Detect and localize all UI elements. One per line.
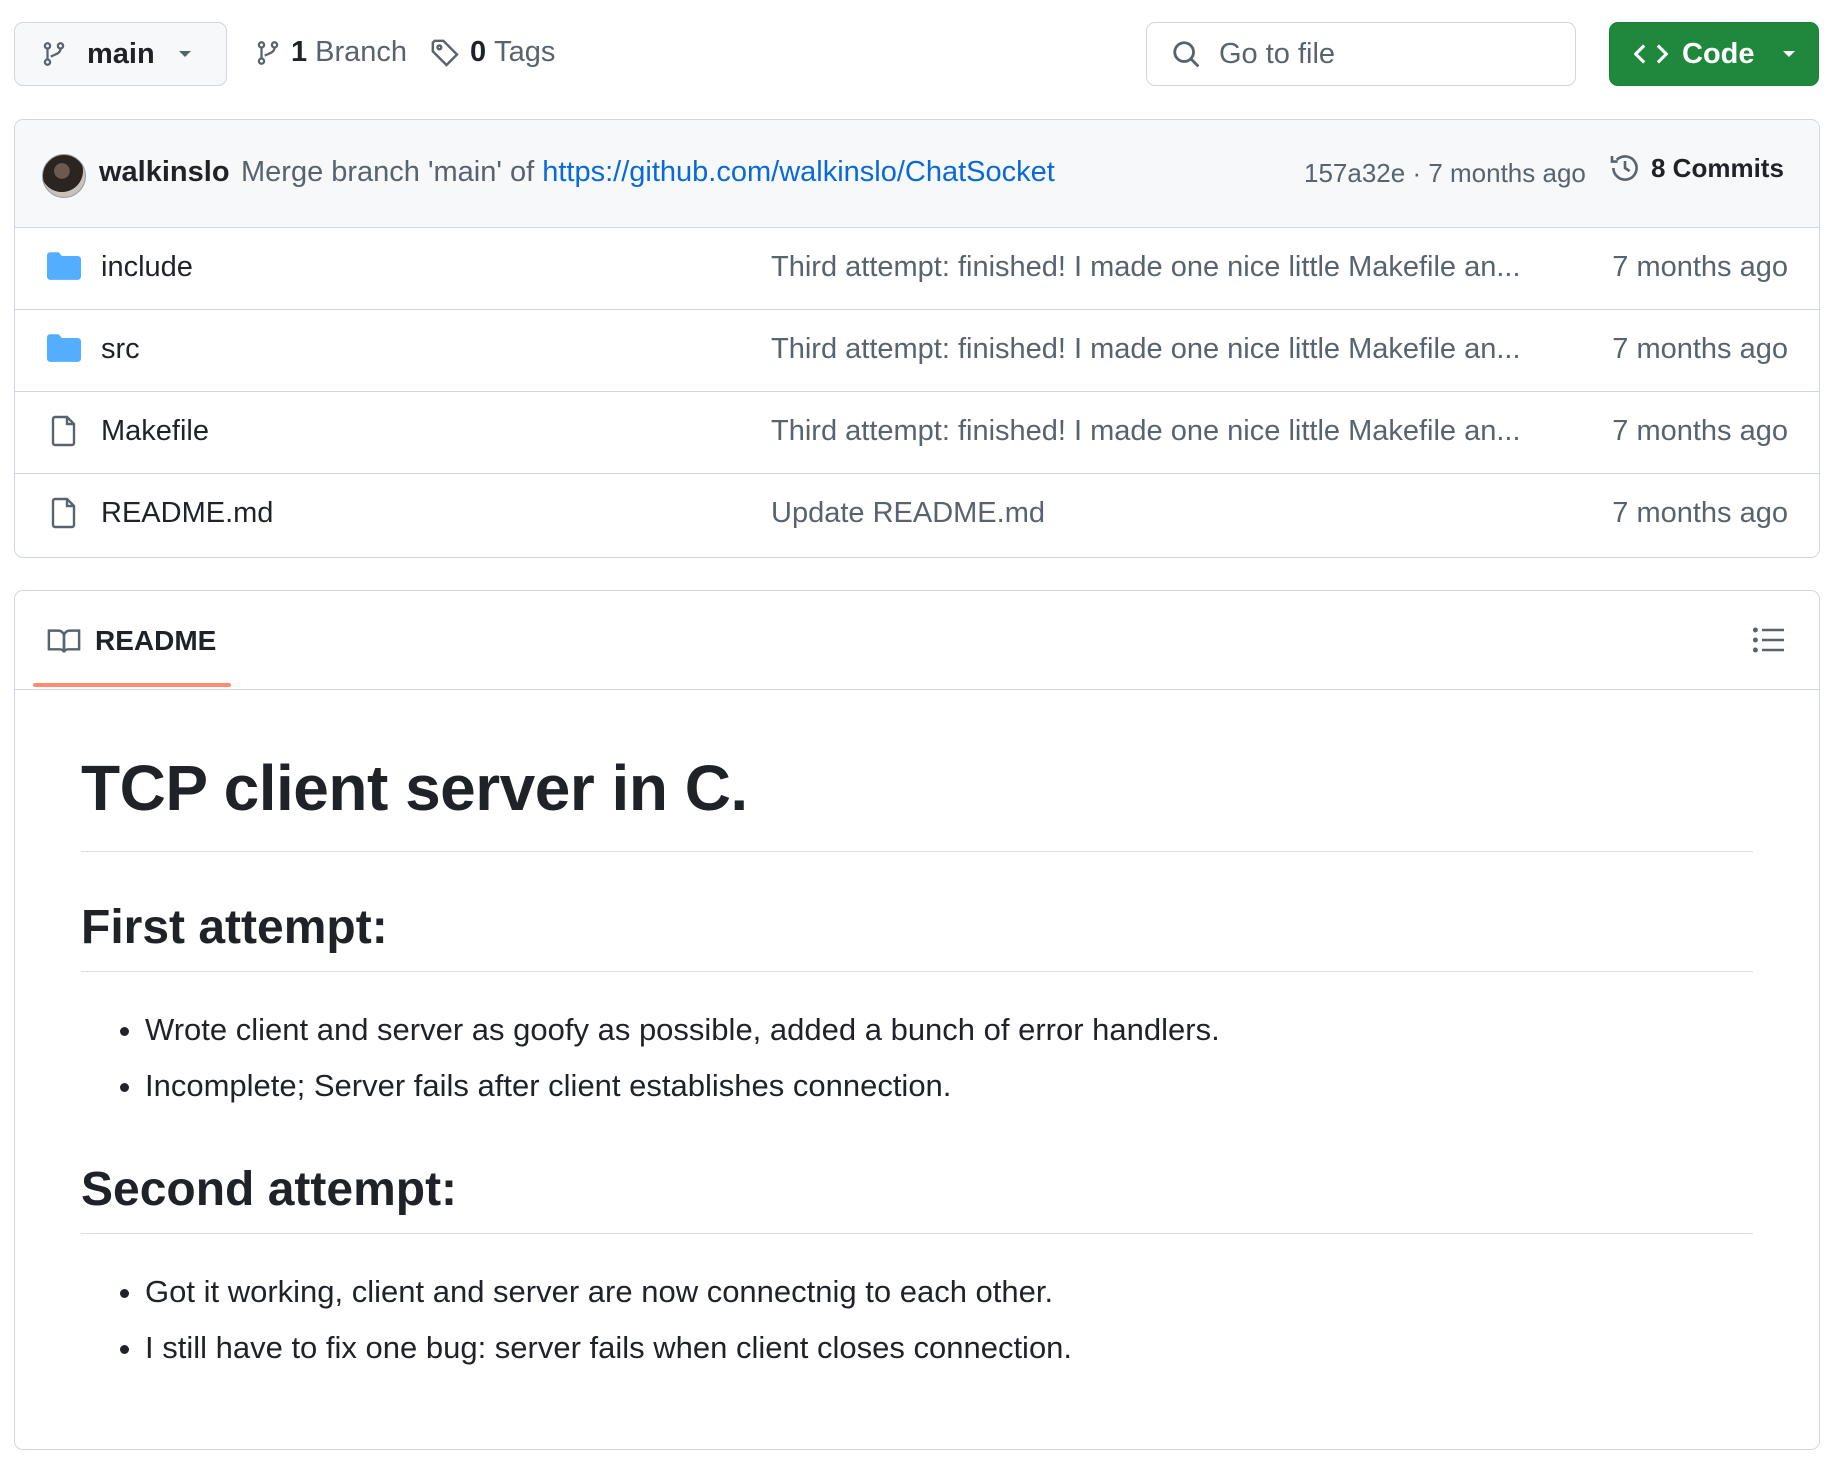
commit-message-link[interactable]: https://github.com/walkinslo/ChatSocket [542,156,1055,188]
file-row[interactable]: README.md Update README.md 7 months ago [15,473,1819,555]
branch-name: main [87,37,155,70]
tags-link[interactable]: 0 Tags [430,36,555,69]
tag-count: 0 [470,36,487,68]
file-age: 7 months ago [1612,415,1788,447]
history-icon [1609,152,1641,184]
commits-link[interactable]: 8 Commits [1609,152,1784,184]
tag-label: Tags [494,36,556,68]
readme-tab-label: README [95,625,217,656]
folder-icon [47,251,81,281]
section-heading: Second attempt: [81,1162,1753,1234]
search-icon [1171,39,1201,69]
list-item: Got it working, client and server are no… [145,1264,1753,1320]
list-item: I still have to fix one bug: server fail… [145,1320,1753,1376]
code-button-label: Code [1682,37,1755,70]
file-row[interactable]: src Third attempt: finished! I made one … [15,309,1819,392]
readme-title: TCP client server in C. [81,751,1753,852]
file-browser: walkinslo Merge branch 'main' of https:/… [14,119,1820,558]
file-icon [47,415,81,447]
bullet-list: Got it working, client and server are no… [81,1264,1753,1376]
section-heading: First attempt: [81,900,1753,972]
file-commit-message[interactable]: Third attempt: finished! I made one nice… [771,251,1521,284]
list-item: Incomplete; Server fails after client es… [145,1058,1753,1114]
code-icon [1634,42,1668,66]
file-name[interactable]: README.md [101,497,273,530]
folder-icon [47,333,81,363]
list-item: Wrote client and server as goofy as poss… [145,1002,1753,1058]
search-placeholder: Go to file [1219,37,1336,70]
tab-readme[interactable]: README [47,625,216,657]
file-name[interactable]: src [101,333,140,366]
file-icon [47,497,81,529]
file-age: 7 months ago [1612,497,1788,529]
branches-link[interactable]: 1 Branch [255,36,407,69]
branch-count: 1 [291,36,308,68]
branch-label: Branch [315,36,408,68]
commit-sha-time[interactable]: 157a32e · 7 months ago [1304,158,1586,189]
file-age: 7 months ago [1612,333,1788,365]
readme-panel: README TCP client server in C. First att… [14,590,1820,1450]
tag-icon [430,38,460,68]
code-button[interactable]: Code [1609,22,1819,86]
file-commit-message[interactable]: Third attempt: finished! I made one nice… [771,415,1521,448]
commits-count: 8 Commits [1651,152,1784,183]
file-name[interactable]: Makefile [101,415,209,448]
go-to-file-input[interactable]: Go to file [1146,22,1576,86]
chevron-down-icon [177,49,193,59]
file-age: 7 months ago [1612,251,1788,283]
list-unordered-icon[interactable] [1753,625,1785,655]
file-commit-message[interactable]: Third attempt: finished! I made one nice… [771,333,1521,366]
active-tab-indicator [33,683,231,687]
file-row[interactable]: Makefile Third attempt: finished! I made… [15,391,1819,474]
book-icon [47,627,81,655]
branch-selector-button[interactable]: main [14,22,227,86]
commit-author[interactable]: walkinslo [99,156,230,189]
commit-message-text[interactable]: Merge branch 'main' of [241,156,534,188]
file-row[interactable]: include Third attempt: finished! I made … [15,227,1819,310]
file-name[interactable]: include [101,251,193,284]
readme-content: TCP client server in C. First attempt: W… [81,751,1753,1376]
bullet-list: Wrote client and server as goofy as poss… [81,1002,1753,1114]
readme-tabbar: README [15,591,1819,690]
commit-message: Merge branch 'main' of https://github.co… [241,156,1055,189]
latest-commit-bar: walkinslo Merge branch 'main' of https:/… [15,120,1819,228]
chevron-down-icon [1781,49,1797,59]
git-branch-icon [41,39,67,69]
git-branch-icon [255,38,281,68]
avatar[interactable] [42,154,86,198]
file-commit-message[interactable]: Update README.md [771,497,1045,530]
